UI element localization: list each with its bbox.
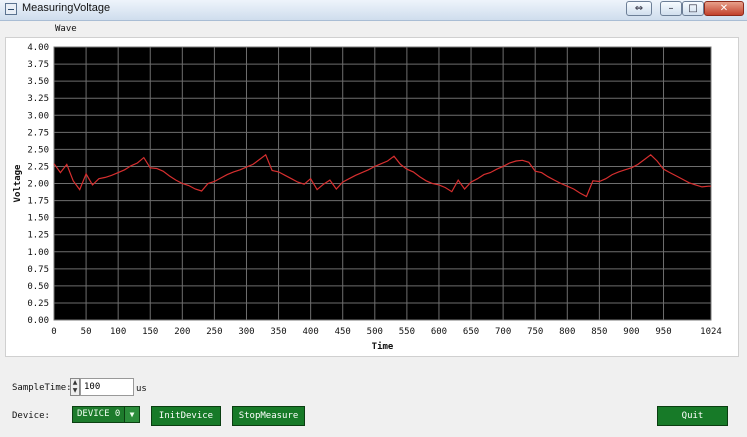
y-tick-label: 2.25 — [27, 162, 49, 172]
dropdown-arrow-icon: ▼ — [124, 407, 139, 422]
x-tick-label: 100 — [110, 327, 126, 337]
y-tick-label: 1.00 — [27, 248, 49, 258]
y-tick-label: 3.75 — [27, 60, 49, 70]
x-tick-label: 0 — [51, 327, 56, 337]
x-tick-label: 300 — [238, 327, 254, 337]
x-tick-label: 350 — [270, 327, 286, 337]
quit-button[interactable]: Quit — [657, 406, 728, 426]
stop-measure-button[interactable]: StopMeasure — [232, 406, 305, 426]
y-tick-label: 3.50 — [27, 77, 49, 87]
device-label: Device: — [12, 411, 50, 421]
y-axis-label: Voltage — [13, 164, 23, 203]
sample-time-input[interactable] — [80, 378, 134, 396]
init-device-button[interactable]: InitDevice — [151, 406, 221, 426]
x-tick-label: 200 — [174, 327, 190, 337]
y-tick-label: 2.00 — [27, 180, 49, 190]
y-tick-label: 0.00 — [27, 316, 49, 326]
x-tick-label: 850 — [591, 327, 607, 337]
x-tick-label: 500 — [367, 327, 383, 337]
device-select-value: DEVICE 0 — [77, 409, 121, 419]
x-tick-label: 700 — [495, 327, 511, 337]
voltage-chart: 0 50 100 150 200 250 300 350 400 450 500 550 600 650 7… — [13, 43, 722, 352]
y-tick-label: 3.00 — [27, 111, 49, 121]
x-tick-label: 150 — [142, 327, 158, 337]
x-axis-label: Time — [372, 341, 394, 352]
x-tick-label: 950 — [655, 327, 671, 337]
y-tick-label: 0.75 — [27, 265, 49, 275]
x-tick-label: 900 — [623, 327, 639, 337]
y-tick-label: 4.00 — [27, 43, 49, 53]
x-tick-label: 400 — [303, 327, 319, 337]
y-tick-label: 2.75 — [27, 128, 49, 138]
y-tick-label: 1.25 — [27, 231, 49, 241]
x-tick-label: 650 — [463, 327, 479, 337]
y-tick-label: 0.50 — [27, 282, 49, 292]
x-tick-label: 50 — [81, 327, 92, 337]
y-tick-label: 0.25 — [27, 299, 49, 309]
sample-time-label: SampleTime: — [12, 383, 72, 393]
x-tick-label: 250 — [206, 327, 222, 337]
x-tick-label: 450 — [335, 327, 351, 337]
y-tick-label: 2.50 — [27, 145, 49, 155]
y-tick-label: 1.75 — [27, 197, 49, 207]
x-tick-label: 800 — [559, 327, 575, 337]
y-tick-label: 3.25 — [27, 94, 49, 104]
x-tick-label: 600 — [431, 327, 447, 337]
sample-time-unit: us — [136, 384, 147, 394]
y-tick-label: 1.50 — [27, 214, 49, 224]
sample-time-stepper[interactable]: ▲ ▼ — [70, 378, 80, 396]
x-tick-label: 750 — [527, 327, 543, 337]
device-select[interactable]: DEVICE 0 ▼ — [72, 406, 140, 423]
x-tick-label: 1024 — [700, 327, 722, 337]
x-tick-label: 550 — [399, 327, 415, 337]
